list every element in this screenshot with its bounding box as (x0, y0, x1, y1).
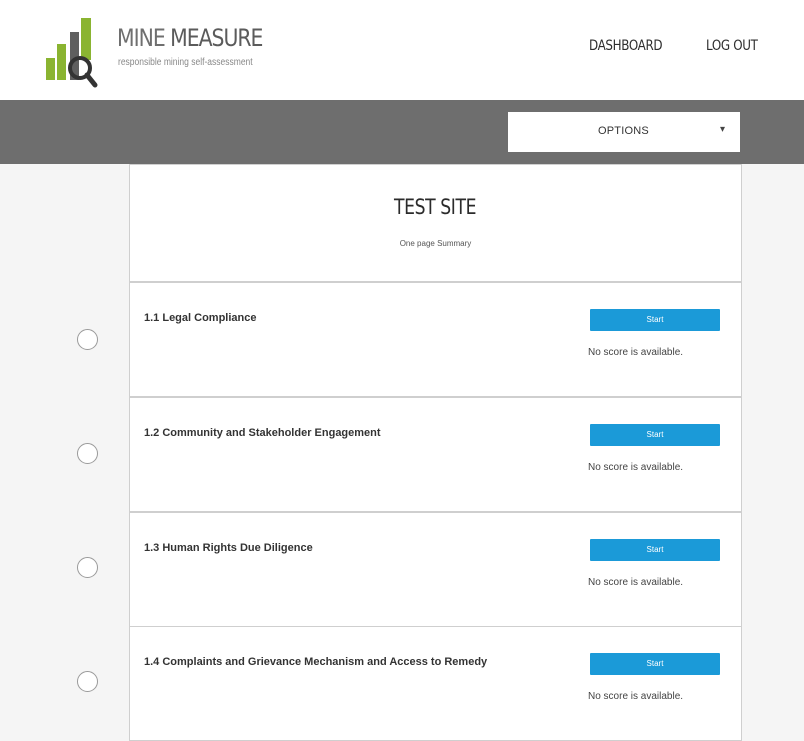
section-row: 1.4 Complaints and Grievance Mechanism a… (129, 626, 742, 741)
section-radio[interactable] (77, 329, 98, 350)
start-button[interactable]: Start (590, 539, 720, 561)
nav-logout-link[interactable]: LOG OUT (706, 38, 758, 54)
score-status: No score is available. (588, 577, 684, 588)
section-radio[interactable] (77, 557, 98, 578)
score-status: No score is available. (588, 691, 684, 702)
section-radio[interactable] (77, 443, 98, 464)
section-row: 1.2 Community and Stakeholder Engagement… (129, 397, 742, 512)
start-button[interactable]: Start (590, 653, 720, 675)
score-status: No score is available. (588, 347, 684, 358)
brand-title: MINE MEASURE (117, 24, 263, 52)
options-dropdown[interactable]: OPTIONS ▾ (508, 112, 740, 152)
section-row: 1.1 Legal Compliance Start No score is a… (129, 282, 742, 397)
start-button[interactable]: Start (590, 424, 720, 446)
summary-panel: TEST SITE One page Summary (129, 164, 742, 282)
section-title: 1.2 Community and Stakeholder Engagement (144, 427, 381, 439)
brand-tagline: responsible mining self-assessment (118, 57, 253, 68)
summary-subtitle: One page Summary (399, 239, 472, 248)
section-title: 1.1 Legal Compliance (144, 312, 257, 324)
section-title: 1.4 Complaints and Grievance Mechanism a… (144, 656, 488, 668)
site-header: MINE MEASURE responsible mining self-ass… (0, 0, 804, 100)
section-title: 1.3 Human Rights Due Diligence (144, 542, 313, 554)
section-radio[interactable] (77, 671, 98, 692)
caret-down-icon: ▾ (720, 124, 726, 135)
section-row: 1.3 Human Rights Due Diligence Start No … (129, 512, 742, 627)
score-status: No score is available. (588, 462, 684, 473)
options-label: OPTIONS (598, 125, 649, 137)
site-title: TEST SITE (394, 195, 477, 219)
start-button[interactable]: Start (590, 309, 720, 331)
nav-dashboard-link[interactable]: DASHBOARD (589, 38, 663, 54)
mine-measure-logo-icon[interactable] (46, 18, 116, 90)
